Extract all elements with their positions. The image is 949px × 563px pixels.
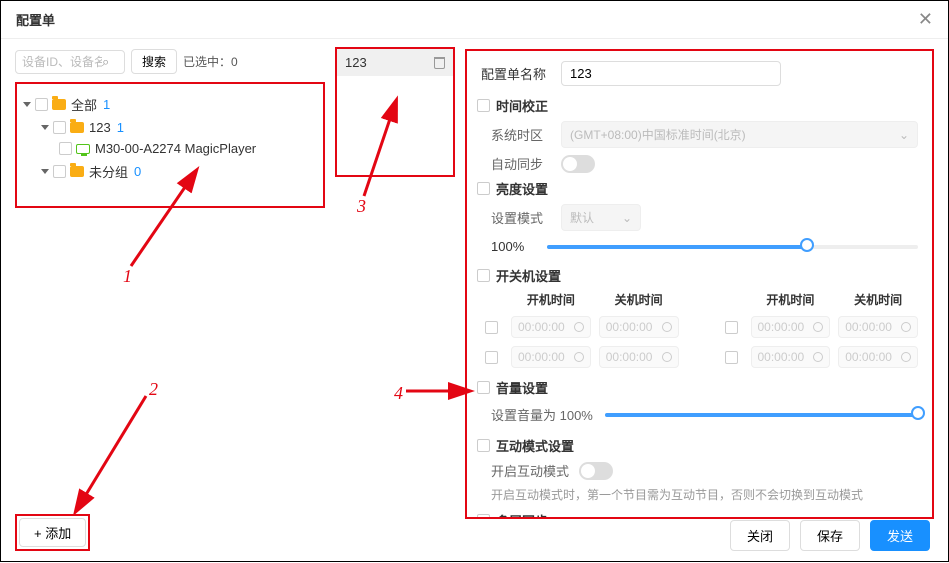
tree-root[interactable]: 全部 1	[23, 92, 317, 117]
annotation-1: 1	[123, 266, 132, 287]
clock-icon	[813, 322, 823, 332]
selected-config-item[interactable]: 123	[337, 49, 453, 76]
interact-hint: 开启互动模式时，第一个节目需为互动节目，否则不会切换到互动模式	[491, 486, 918, 503]
chevron-down-icon: ⌄	[899, 128, 909, 142]
checkbox[interactable]	[53, 121, 66, 134]
caret-down-icon[interactable]	[41, 125, 49, 130]
tz-label: 系统时区	[491, 125, 561, 144]
config-item-label: 123	[345, 55, 367, 70]
annotation-3: 3	[357, 196, 366, 217]
tree-group-ungrouped[interactable]: 未分组 0	[23, 159, 317, 184]
volume-label: 设置音量为 100%	[491, 405, 593, 424]
clock-icon	[901, 322, 911, 332]
multi-section-head: 多屏同步	[477, 511, 918, 519]
clock-icon	[574, 352, 584, 362]
folder-icon	[70, 122, 84, 133]
interact-section-head: 互动模式设置	[477, 436, 918, 455]
close-icon[interactable]: ✕	[918, 9, 933, 30]
tree-label: M30-00-A2274 MagicPlayer	[95, 141, 256, 156]
checkbox[interactable]	[477, 182, 490, 195]
checkbox[interactable]	[477, 439, 490, 452]
tree-group-123[interactable]: 123 1	[23, 117, 317, 138]
chevron-down-icon: ⌄	[622, 211, 632, 225]
checkbox[interactable]	[35, 98, 48, 111]
mode-label: 设置模式	[491, 208, 561, 227]
interact-toggle[interactable]	[579, 462, 613, 480]
caret-down-icon[interactable]	[23, 102, 31, 107]
checkbox[interactable]	[725, 351, 738, 364]
folder-icon	[52, 99, 66, 110]
monitor-icon	[76, 144, 90, 154]
checkbox[interactable]	[485, 351, 498, 364]
time-input[interactable]: 00:00:00	[751, 346, 831, 368]
dialog-title: 配置单	[16, 10, 55, 29]
time-input[interactable]: 00:00:00	[599, 346, 679, 368]
checkbox[interactable]	[53, 165, 66, 178]
off-time-head: 关机时间	[599, 291, 679, 308]
tree-device[interactable]: M30-00-A2274 MagicPlayer	[23, 138, 317, 159]
tree-count: 0	[134, 164, 141, 179]
config-name-input[interactable]	[561, 61, 781, 86]
time-input[interactable]: 00:00:00	[599, 316, 679, 338]
checkbox[interactable]	[59, 142, 72, 155]
clock-icon	[901, 352, 911, 362]
brightness-section-head: 亮度设置	[477, 179, 918, 198]
checkbox[interactable]	[725, 321, 738, 334]
brightness-value: 100%	[491, 239, 535, 254]
selected-config-list: 123	[335, 47, 455, 177]
tree-label: 全部	[71, 95, 97, 114]
checkbox[interactable]	[477, 99, 490, 112]
interact-toggle-label: 开启互动模式	[491, 461, 569, 480]
checkbox[interactable]	[477, 381, 490, 394]
time-input[interactable]: 00:00:00	[751, 316, 831, 338]
time-section-head: 时间校正	[477, 96, 918, 115]
config-name-label: 配置单名称	[481, 64, 561, 83]
folder-icon	[70, 166, 84, 177]
volume-slider[interactable]	[605, 413, 918, 417]
clock-icon	[574, 322, 584, 332]
device-search-input[interactable]	[22, 55, 102, 69]
clock-icon	[813, 352, 823, 362]
add-button-highlight: + 添加	[15, 514, 90, 551]
auto-sync-toggle[interactable]	[561, 155, 595, 173]
time-input[interactable]: 00:00:00	[511, 346, 591, 368]
config-form: 配置单名称 时间校正 系统时区 (GMT+08:00)中国标准时间(北京)⌄ 自…	[465, 49, 934, 519]
tree-label: 123	[89, 120, 111, 135]
save-button[interactable]: 保存	[800, 520, 860, 551]
close-button[interactable]: 关闭	[730, 520, 790, 551]
on-time-head: 开机时间	[511, 291, 591, 308]
left-panel: ⌕ 搜索 已选中：0 全部 1 123 1 M	[15, 49, 325, 519]
trash-icon[interactable]	[434, 57, 445, 69]
mode-select[interactable]: 默认⌄	[561, 204, 641, 231]
clock-icon	[662, 322, 672, 332]
off-time-head-2: 关机时间	[838, 291, 918, 308]
brightness-slider[interactable]	[547, 245, 918, 249]
checkbox[interactable]	[485, 321, 498, 334]
send-button[interactable]: 发送	[870, 520, 930, 551]
tree-label: 未分组	[89, 162, 128, 181]
power-section-head: 开关机设置	[477, 266, 918, 285]
auto-sync-label: 自动同步	[491, 154, 561, 173]
checkbox[interactable]	[477, 269, 490, 282]
search-button[interactable]: 搜索	[131, 49, 177, 74]
time-input[interactable]: 00:00:00	[511, 316, 591, 338]
clock-icon	[662, 352, 672, 362]
on-time-head-2: 开机时间	[751, 291, 831, 308]
volume-section-head: 音量设置	[477, 378, 918, 397]
annotation-4: 4	[394, 383, 403, 404]
tree-count: 1	[103, 97, 110, 112]
checkbox[interactable]	[477, 514, 490, 519]
add-button[interactable]: + 添加	[19, 518, 86, 547]
tz-select[interactable]: (GMT+08:00)中国标准时间(北京)⌄	[561, 121, 918, 148]
selected-count-label: 已选中：0	[183, 53, 238, 70]
tree-count: 1	[117, 120, 124, 135]
search-icon[interactable]: ⌕	[102, 54, 109, 70]
time-input[interactable]: 00:00:00	[838, 346, 918, 368]
caret-down-icon[interactable]	[41, 169, 49, 174]
annotation-2: 2	[149, 379, 158, 400]
time-input[interactable]: 00:00:00	[838, 316, 918, 338]
device-search-input-wrap: ⌕	[15, 50, 125, 74]
device-tree: 全部 1 123 1 M30-00-A2274 MagicPlayer 未分组	[15, 82, 325, 208]
